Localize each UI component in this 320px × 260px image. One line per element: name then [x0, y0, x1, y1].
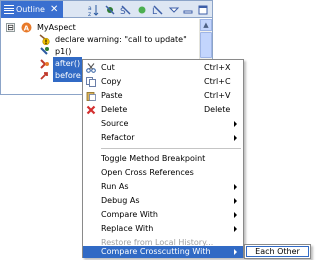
outline-tabbar: Outline ✕ az S L — [1, 1, 212, 18]
advice-before-icon — [39, 70, 50, 81]
submenu-arrow-icon — [234, 198, 237, 204]
outline-tab-label: Outline — [16, 5, 45, 14]
submenu-item-each-other[interactable]: Each Other — [246, 246, 309, 257]
menu-item-run-as[interactable]: Run As — [83, 181, 243, 193]
view-menu-icon[interactable] — [167, 3, 180, 16]
hide-local-types-icon[interactable]: L — [151, 3, 164, 16]
aspect-icon: A — [21, 22, 32, 33]
menu-item-label: Refactor — [101, 133, 135, 142]
menu-item-copy[interactable]: Copy Ctrl+C — [83, 76, 243, 88]
menu-item-label: Copy — [101, 77, 122, 86]
maximize-icon[interactable] — [196, 3, 209, 16]
submenu-arrow-icon — [234, 226, 237, 232]
menu-item-label: Toggle Method Breakpoint — [101, 154, 206, 163]
menu-item-label: Source — [101, 119, 129, 128]
compare-crosscutting-submenu: Each Other — [244, 244, 311, 259]
minimize-icon[interactable] — [181, 3, 194, 16]
menu-item-compare-with[interactable]: Compare With — [83, 209, 243, 221]
menu-item-refactor[interactable]: Refactor — [83, 132, 243, 144]
tree-item-before[interactable]: before — [39, 69, 83, 82]
svg-text:z: z — [88, 11, 91, 16]
svg-text:A: A — [24, 25, 30, 33]
menu-item-delete[interactable]: Delete Delete — [83, 104, 243, 116]
submenu-arrow-icon — [234, 121, 237, 127]
submenu-arrow-icon — [234, 135, 237, 141]
menu-item-label: Replace With — [101, 224, 154, 233]
menu-item-label: Run As — [101, 182, 129, 191]
hide-static-icon[interactable]: S — [119, 3, 132, 16]
menu-item-open-cross-references[interactable]: Open Cross References — [83, 167, 243, 179]
menu-separator — [101, 148, 241, 149]
hide-non-public-icon[interactable] — [135, 3, 148, 16]
scroll-thumb[interactable] — [200, 32, 212, 58]
declare-warning-icon: ! — [39, 34, 50, 45]
menu-item-compare-crosscutting-with[interactable]: Compare Crosscutting With — [83, 246, 243, 258]
menu-item-label: Compare Crosscutting With — [101, 247, 211, 256]
submenu-arrow-icon — [234, 249, 237, 255]
menu-item-label: Paste — [101, 91, 123, 100]
copy-icon — [86, 77, 96, 87]
pointcut-icon — [39, 46, 50, 57]
menu-item-label: Open Cross References — [101, 168, 194, 177]
submenu-arrow-icon — [234, 184, 237, 190]
sort-icon[interactable]: az — [87, 3, 100, 16]
menu-item-cut[interactable]: Cut Ctrl+X — [83, 62, 243, 74]
menu-item-source[interactable]: Source — [83, 118, 243, 130]
menu-item-toggle-method-breakpoint[interactable]: Toggle Method Breakpoint — [83, 153, 243, 165]
menu-item-accelerator: Ctrl+X — [204, 63, 231, 72]
menu-item-accelerator: Ctrl+C — [204, 77, 231, 86]
context-menu: Cut Ctrl+X Copy Ctrl+C Paste Ctrl+V Dele… — [82, 59, 244, 258]
menu-item-label: Compare With — [101, 210, 158, 219]
paste-icon — [86, 91, 96, 101]
menu-item-accelerator: Ctrl+V — [204, 91, 231, 100]
close-icon[interactable]: ✕ — [50, 4, 58, 15]
menu-item-accelerator: Delete — [204, 105, 231, 114]
tree-item-label: before — [53, 69, 83, 82]
menu-item-paste[interactable]: Paste Ctrl+V — [83, 90, 243, 102]
advice-after-icon — [39, 58, 50, 69]
collapse-icon[interactable]: ⊟ — [6, 23, 15, 32]
scroll-up-icon[interactable]: ▲ — [200, 19, 212, 31]
menu-item-debug-as[interactable]: Debug As — [83, 195, 243, 207]
submenu-item-label: Each Other — [255, 247, 300, 256]
menu-item-label: Cut — [101, 63, 115, 72]
outline-icon — [4, 5, 14, 14]
menu-item-label: Debug As — [101, 196, 140, 205]
outline-tab[interactable]: Outline ✕ — [1, 1, 63, 18]
cut-icon — [86, 63, 96, 73]
menu-item-label: Delete — [101, 105, 128, 114]
hide-fields-icon[interactable] — [103, 3, 116, 16]
delete-icon — [86, 105, 96, 115]
submenu-arrow-icon — [234, 212, 237, 218]
menu-item-replace-with[interactable]: Replace With — [83, 223, 243, 235]
